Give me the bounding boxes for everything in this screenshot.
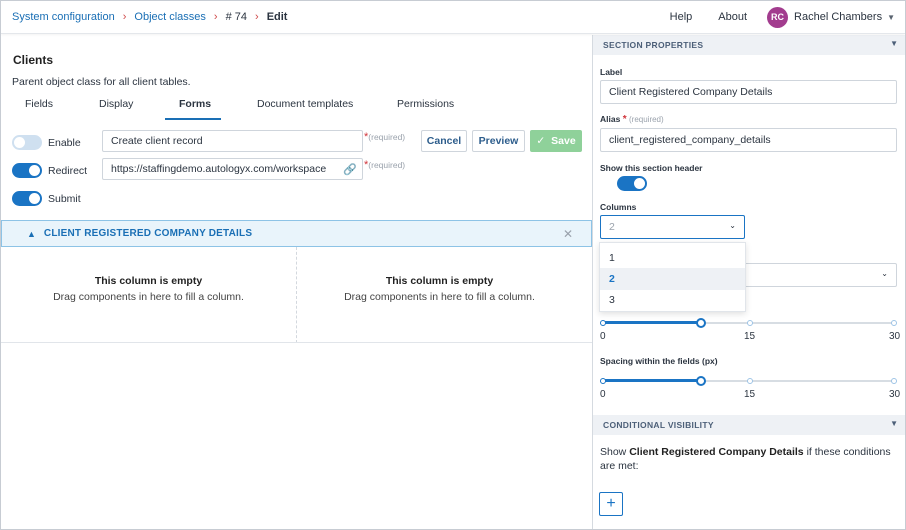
section-column-2[interactable]: This column is empty Drag components in …	[297, 247, 582, 343]
slider-tick-dot	[747, 320, 753, 326]
close-icon[interactable]: ✕	[563, 227, 573, 241]
chevron-right-icon: ›	[122, 11, 127, 23]
alias-field-label: Alias * (required)	[600, 114, 664, 125]
alias-input[interactable]: client_registered_company_details	[600, 128, 897, 152]
conditional-visibility-title: CONDITIONAL VISIBILITY	[603, 420, 714, 430]
label-field-label: Label	[600, 67, 623, 77]
spacing-slider-1[interactable]	[600, 318, 897, 328]
columns-option-2[interactable]: 2	[600, 268, 745, 290]
breadcrumb: System configuration › Object classes › …	[12, 11, 287, 23]
slider-tick-label: 15	[744, 331, 756, 342]
label-input[interactable]: Client Registered Company Details	[600, 80, 897, 104]
slider-tick-dot	[747, 378, 753, 384]
section-properties-header[interactable]: SECTION PROPERTIES ▼	[593, 35, 905, 55]
slider-tick-label: 0	[600, 389, 606, 400]
properties-panel: SECTION PROPERTIES ▼ Label Client Regist…	[592, 35, 905, 529]
tab-fields[interactable]: Fields	[25, 98, 53, 110]
breadcrumb-system-configuration[interactable]: System configuration	[12, 11, 115, 23]
slider-tick-label: 15	[744, 389, 756, 400]
section-header[interactable]: ▲ CLIENT REGISTERED COMPANY DETAILS ✕	[1, 220, 592, 247]
top-bar: System configuration › Object classes › …	[1, 1, 905, 34]
slider-tick-label: 0	[600, 331, 606, 342]
tab-bar: Fields Display Forms Document templates …	[1, 95, 592, 121]
slider-tick-label: 30	[889, 331, 901, 342]
tab-permissions[interactable]: Permissions	[397, 98, 454, 110]
chevron-down-icon[interactable]: ▼	[887, 13, 895, 22]
save-label: Save	[551, 135, 576, 147]
columns-option-3[interactable]: 3	[600, 289, 745, 311]
page-title: Clients	[13, 53, 54, 67]
columns-option-1[interactable]: 1	[600, 247, 745, 269]
chevron-right-icon: ›	[213, 11, 218, 23]
main-content: Clients Parent object class for all clie…	[1, 35, 592, 529]
enable-toggle[interactable]	[12, 135, 42, 150]
spacing-fields-label: Spacing within the fields (px)	[600, 356, 718, 366]
chevron-right-icon: ›	[255, 11, 259, 23]
enable-label: Enable	[48, 137, 81, 149]
spacing-slider-2[interactable]	[600, 376, 897, 386]
slider-tick-dot	[600, 320, 606, 326]
conditional-visibility-text: Show Client Registered Company Details i…	[600, 446, 891, 472]
breadcrumb-current: Edit	[266, 11, 288, 23]
active-tab-indicator	[165, 118, 221, 120]
cancel-button[interactable]: Cancel	[421, 130, 467, 152]
columns-label: Columns	[600, 202, 637, 212]
column-empty-title: This column is empty	[385, 275, 494, 287]
conditional-visibility-header[interactable]: CONDITIONAL VISIBILITY ▼	[593, 415, 905, 435]
submit-toggle[interactable]	[12, 191, 42, 206]
slider-handle[interactable]	[696, 318, 706, 328]
enable-message-input[interactable]: Create client record	[102, 130, 363, 152]
submit-label: Submit	[48, 193, 81, 205]
top-right-menu: Help About RC Rachel Chambers ▼	[670, 6, 895, 28]
columns-select[interactable]: 2 ⌄	[600, 215, 745, 239]
tab-display[interactable]: Display	[99, 98, 133, 110]
slider-handle[interactable]	[696, 376, 706, 386]
enable-required-note: *(required)	[364, 131, 406, 143]
chevron-down-icon[interactable]: ▼	[890, 419, 898, 428]
show-header-label: Show this section header	[600, 163, 703, 173]
columns-dropdown: 1 2 3	[599, 242, 746, 312]
slider-tick-label: 30	[889, 389, 901, 400]
breadcrumb-object-classes[interactable]: Object classes	[134, 11, 206, 23]
check-icon: ✓	[536, 135, 546, 147]
slider-tick-dot	[891, 378, 897, 384]
tab-forms[interactable]: Forms	[179, 98, 211, 110]
slider-tick-dot	[600, 378, 606, 384]
column-empty-desc: Drag components in here to fill a column…	[344, 291, 535, 303]
app-frame: System configuration › Object classes › …	[0, 0, 906, 530]
redirect-url-value: https://staffingdemo.autologyx.com/works…	[111, 163, 327, 175]
chevron-down-icon[interactable]: ▼	[890, 39, 898, 48]
columns-select-value: 2	[609, 221, 615, 233]
section-column-1[interactable]: This column is empty Drag components in …	[1, 247, 296, 343]
user-menu-name[interactable]: Rachel Chambers	[794, 11, 882, 23]
breadcrumb-record-id: # 74	[225, 11, 248, 23]
chevron-down-icon: ⌄	[881, 269, 888, 278]
section-bottom-divider	[1, 342, 592, 343]
add-condition-button[interactable]: +	[599, 492, 623, 516]
chevron-down-icon: ⌄	[729, 221, 736, 230]
save-button[interactable]: ✓ Save	[530, 130, 582, 152]
link-icon[interactable]: 🔗	[343, 163, 357, 176]
help-link[interactable]: Help	[670, 11, 693, 23]
redirect-url-input[interactable]: https://staffingdemo.autologyx.com/works…	[102, 158, 363, 180]
avatar[interactable]: RC	[767, 6, 789, 28]
tab-document-templates[interactable]: Document templates	[257, 98, 353, 110]
about-link[interactable]: About	[718, 11, 747, 23]
section-title: CLIENT REGISTERED COMPANY DETAILS	[43, 228, 253, 239]
page-subtitle: Parent object class for all client table…	[12, 76, 191, 88]
column-empty-title: This column is empty	[94, 275, 203, 287]
slider-tick-dot	[891, 320, 897, 326]
chevron-up-icon[interactable]: ▲	[27, 229, 36, 239]
redirect-toggle[interactable]	[12, 163, 42, 178]
redirect-required-note: *(required)	[364, 159, 406, 171]
column-empty-desc: Drag components in here to fill a column…	[53, 291, 244, 303]
show-header-toggle[interactable]	[617, 176, 647, 191]
section-properties-title: SECTION PROPERTIES	[603, 40, 704, 50]
preview-button[interactable]: Preview	[472, 130, 525, 152]
redirect-label: Redirect	[48, 165, 88, 177]
